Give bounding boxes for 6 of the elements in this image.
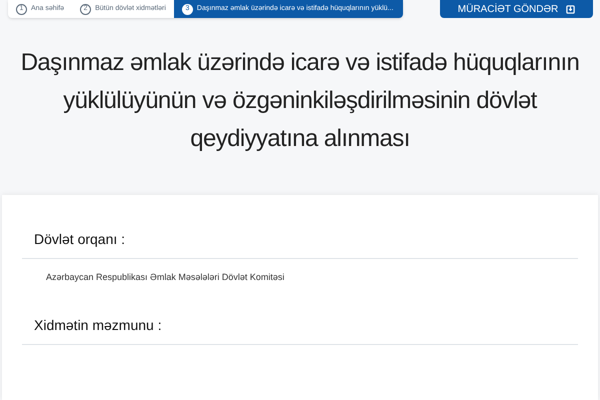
- section-value: Azərbaycan Respublikası Əmlak Məsələləri Dövlət Komitəsi: [45, 271, 286, 284]
- page-title: Daşınmaz əmlak üzərində icarə və istifadə hüquqlarının yüklülüyünün və özgəninkiləşdirilməsinin dövlət qeydiyyatına alınması: [20, 48, 580, 154]
- submit-button[interactable]: MÜRACİƏT GÖNDƏR: [440, 0, 593, 18]
- send-icon: [566, 4, 576, 14]
- section-heading: Xidmətin məzmunu :: [33, 316, 163, 334]
- section-heading: Dövlət orqanı :: [33, 230, 126, 249]
